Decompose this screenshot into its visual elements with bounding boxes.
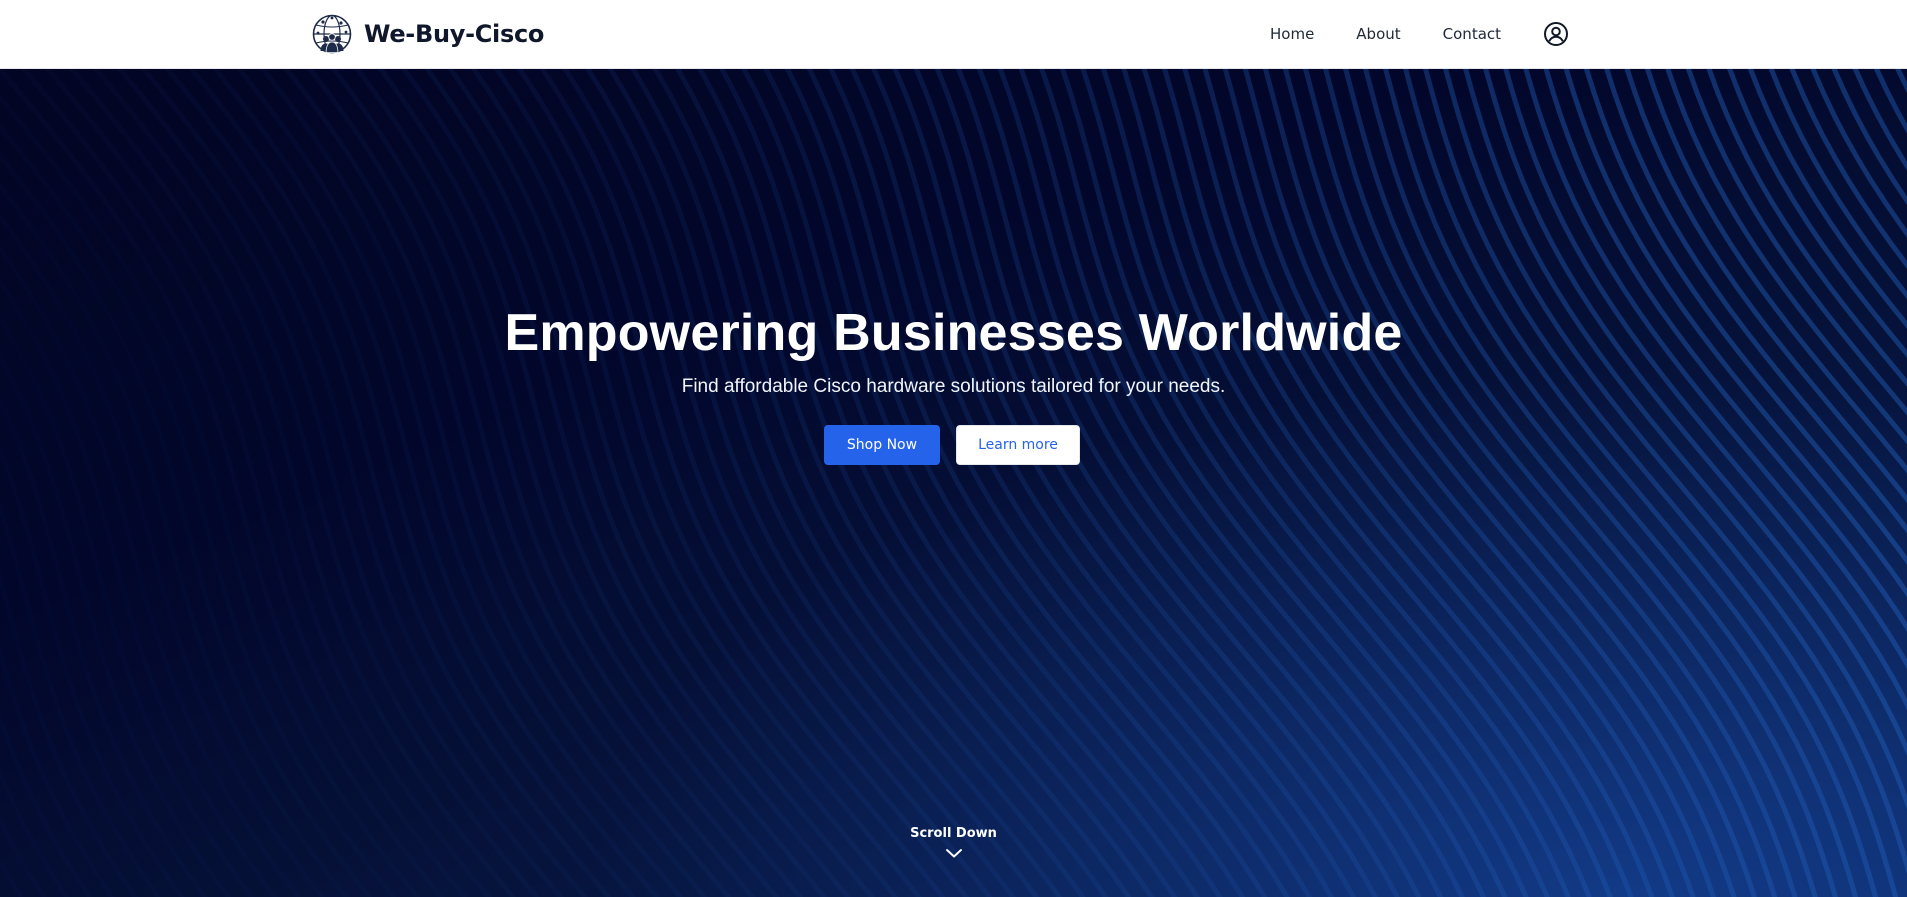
wave-line: [976, 69, 1444, 897]
nav-about-link[interactable]: About: [1356, 25, 1400, 43]
hero-title: Empowering Businesses Worldwide: [504, 304, 1403, 362]
wave-line: [1282, 69, 1757, 897]
wave-line: [1483, 69, 1907, 757]
wave-line: [0, 69, 457, 897]
hero-actions: Shop Now Learn more: [824, 425, 1080, 465]
wave-line: [0, 69, 220, 897]
scroll-down-link[interactable]: Scroll Down: [0, 826, 1907, 859]
brand-link[interactable]: We-Buy-Cisco: [312, 14, 544, 54]
globe-people-icon: [312, 14, 352, 54]
site-header: We-Buy-Cisco Home About Contact: [0, 0, 1907, 69]
nav-home-link[interactable]: Home: [1270, 25, 1314, 43]
chevron-down-icon: [945, 849, 962, 858]
hero-subtitle: Find affordable Cisco hardware solutions…: [681, 376, 1226, 397]
brand-name: We-Buy-Cisco: [364, 20, 545, 48]
hero-wave-pattern: [0, 69, 1907, 897]
wave-line: [1303, 69, 1778, 897]
scroll-down-label: Scroll Down: [910, 826, 997, 841]
wave-line: [997, 69, 1465, 897]
wave-line: [1604, 69, 1907, 534]
wave-line: [1768, 69, 1907, 300]
user-circle-icon: [1544, 22, 1569, 46]
nav-contact-link[interactable]: Contact: [1443, 25, 1501, 43]
wave-line: [1121, 69, 1592, 897]
shop-now-button[interactable]: Shop Now: [824, 425, 940, 465]
account-button[interactable]: [1543, 21, 1569, 47]
learn-more-button[interactable]: Learn more: [956, 425, 1080, 465]
hero-section: Empowering Businesses Worldwide Find aff…: [0, 69, 1907, 897]
wave-line: [1141, 69, 1613, 897]
main-nav: Home About Contact: [1270, 0, 1569, 68]
